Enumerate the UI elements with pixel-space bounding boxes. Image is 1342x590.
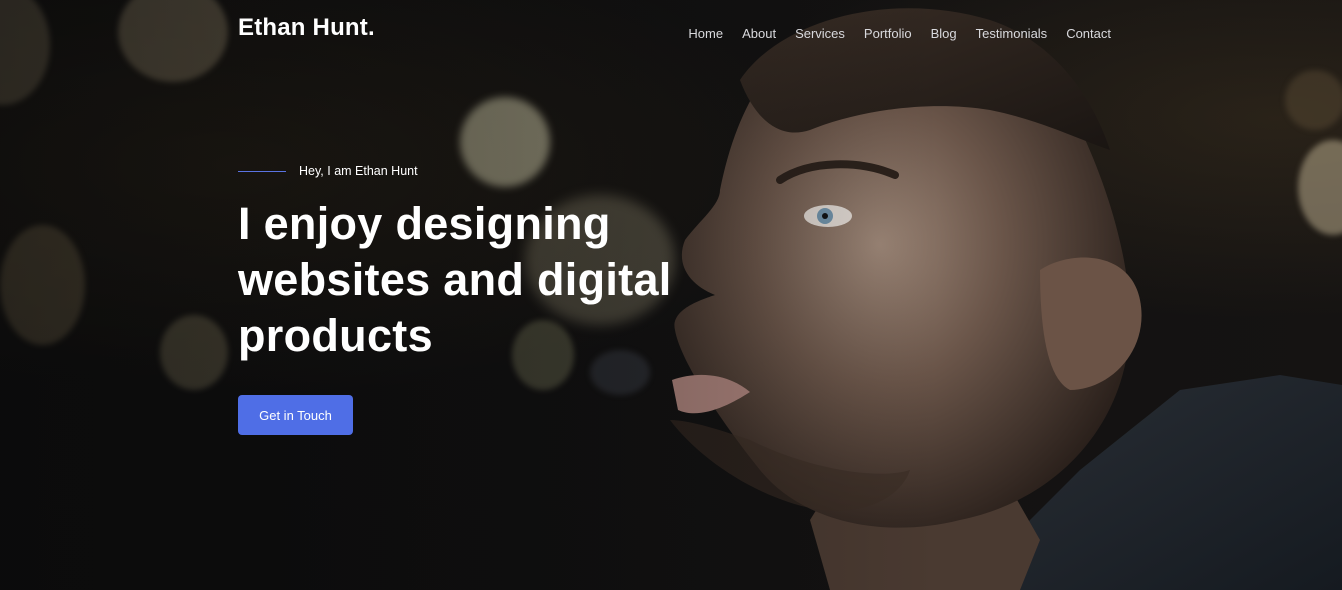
nav-link-blog[interactable]: Blog	[931, 25, 957, 42]
nav-link-services[interactable]: Services	[795, 25, 845, 42]
bokeh-light	[460, 97, 550, 187]
nav-link-testimonials[interactable]: Testimonials	[976, 25, 1048, 42]
nav-link-contact[interactable]: Contact	[1066, 25, 1111, 42]
eyebrow-accent-line	[238, 170, 286, 172]
bokeh-light	[160, 315, 228, 390]
hero-headline: I enjoy designing websites and digital p…	[238, 198, 672, 361]
get-in-touch-button[interactable]: Get in Touch	[238, 395, 353, 435]
bokeh-light	[118, 0, 228, 82]
bokeh-light	[0, 225, 85, 345]
nav-link-home[interactable]: Home	[688, 25, 723, 42]
site-logo[interactable]: Ethan Hunt.	[238, 14, 375, 42]
hero-eyebrow: Hey, I am Ethan Hunt	[238, 164, 418, 178]
bokeh-light	[0, 0, 50, 105]
portrait-image	[660, 0, 1342, 590]
main-nav: Home About Services Portfolio Blog Testi…	[688, 25, 1111, 42]
nav-link-about[interactable]: About	[742, 25, 776, 42]
nav-link-portfolio[interactable]: Portfolio	[864, 25, 912, 42]
eyebrow-text: Hey, I am Ethan Hunt	[299, 164, 418, 178]
